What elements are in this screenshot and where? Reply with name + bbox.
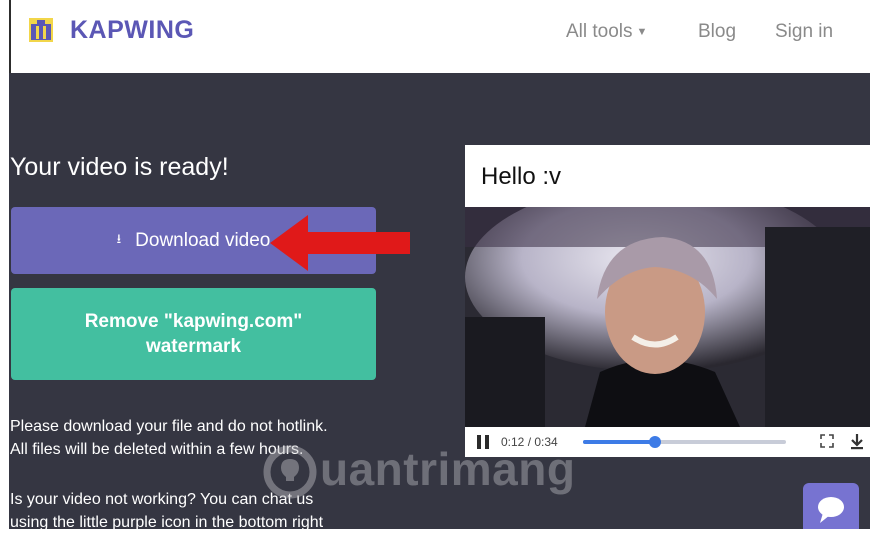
- video-title: Hello :v: [481, 163, 562, 190]
- page-title: Your video is ready!: [10, 153, 229, 181]
- top-nav-bar: KAPWING All tools ▼ Blog Sign in: [0, 0, 870, 73]
- hotlink-notice-line1: Please download your file and do not hot…: [10, 418, 328, 435]
- seek-progress: [583, 440, 655, 444]
- chat-help-notice-line2: using the little purple icon in the bott…: [10, 514, 324, 531]
- fullscreen-icon[interactable]: [820, 434, 834, 448]
- download-icon[interactable]: [849, 433, 865, 450]
- watermark-text: uantrimang: [320, 443, 576, 495]
- nav-blog[interactable]: Blog: [698, 21, 736, 43]
- red-arrow-annotation: [270, 215, 410, 271]
- remove-watermark-label-line1: Remove "kapwing.com": [84, 311, 303, 332]
- brand-name[interactable]: KAPWING: [70, 16, 194, 45]
- remove-watermark-label-line2: watermark: [145, 336, 242, 357]
- video-player[interactable]: [465, 207, 870, 427]
- nav-all-tools[interactable]: All tools ▼: [566, 21, 647, 43]
- video-preview-card: Hello :v 0:12 / 0:34: [465, 145, 870, 457]
- seek-bar[interactable]: [583, 436, 786, 448]
- video-frame-image: [465, 207, 870, 427]
- download-video-label: Download video: [135, 229, 271, 251]
- kapwing-logo-icon[interactable]: [28, 17, 54, 43]
- download-icon: ⭳: [116, 230, 122, 246]
- caret-down-icon: ▼: [636, 26, 648, 38]
- chat-icon: [818, 497, 844, 523]
- lightbulb-icon: [263, 445, 317, 499]
- nav-sign-in[interactable]: Sign in: [775, 21, 833, 43]
- chat-button[interactable]: [803, 483, 859, 529]
- remove-watermark-button[interactable]: Remove "kapwing.com" watermark: [11, 288, 376, 380]
- seek-thumb[interactable]: [648, 436, 661, 448]
- nav-all-tools-label: All tools: [566, 21, 633, 42]
- window-edge: [9, 0, 11, 73]
